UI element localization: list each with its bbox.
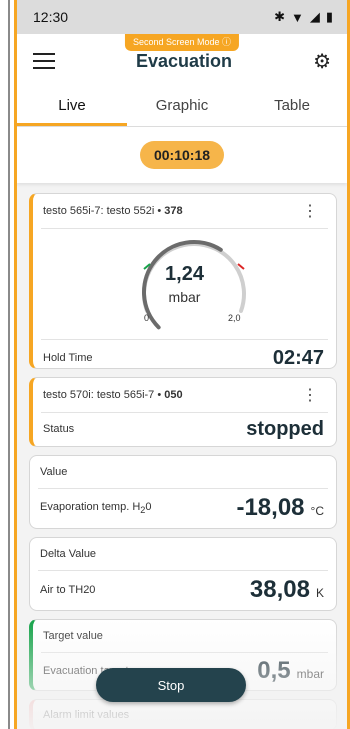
delta-row: Air to TH20 38,08 K <box>30 571 336 609</box>
card-title: Delta Value <box>38 538 328 571</box>
status-bar: 12:30 ✱ ▼ ◢ ▮ <box>17 0 347 34</box>
clock: 12:30 <box>33 9 69 25</box>
outer-divider <box>8 0 10 729</box>
hold-time-label: Hold Time <box>43 352 93 364</box>
card-title: Target value <box>41 620 328 653</box>
more-options-icon[interactable]: ⋮ <box>302 385 318 405</box>
value-reading: -18,08 °C <box>236 494 324 522</box>
gauge-min-label: 0 <box>144 313 150 323</box>
tab-live[interactable]: Live <box>17 88 127 126</box>
elapsed-timer: 00:10:18 <box>139 141 225 169</box>
card-title: testo 570i: testo 565i-7 • 050 <box>43 389 183 401</box>
status-value: stopped <box>246 417 324 440</box>
value-number: -18,08 <box>236 494 305 521</box>
card-header: testo 570i: testo 565i-7 • 050 ⋮ <box>41 378 328 413</box>
card-title: Alarm limit values <box>33 700 336 729</box>
hold-time-row: Hold Time 02:47 <box>33 340 336 369</box>
delta-unit: K <box>315 586 324 600</box>
app-screen: 12:30 ✱ ▼ ◢ ▮ Second Screen Mode ⓘ Evacu… <box>14 0 350 729</box>
delta-reading: 38,08 K <box>250 576 324 604</box>
delta-number: 38,08 <box>249 576 310 603</box>
tab-bar: Live Graphic Table <box>17 88 347 127</box>
status-card: testo 570i: testo 565i-7 • 050 ⋮ Status … <box>29 377 337 447</box>
menu-icon[interactable] <box>33 53 55 69</box>
signal-icon: ◢ <box>309 9 320 24</box>
app-bar: Second Screen Mode ⓘ Evacuation ⚙ <box>17 34 347 88</box>
timer-row: 00:10:18 <box>17 127 347 183</box>
delta-label: Air to TH20 <box>40 584 96 596</box>
pressure-gauge-card: testo 565i-7: testo 552i • 378 ⋮ 1,24 mb… <box>29 193 337 369</box>
card-title-text: testo 570i: testo 565i-7 <box>43 389 155 401</box>
value-label-text: Evaporation temp. H <box>40 500 141 513</box>
alarm-limit-card: Alarm limit values <box>29 699 337 729</box>
card-title-text: testo 565i-7: testo 552i <box>43 205 155 217</box>
hold-time-value: 02:47 <box>272 346 324 369</box>
gauge: 1,24 mbar 0 2,0 <box>41 229 328 340</box>
gauge-value: 1,24 <box>165 263 204 285</box>
second-screen-badge[interactable]: Second Screen Mode ⓘ <box>124 34 240 51</box>
status-label: Status <box>43 423 75 435</box>
card-title-id: 378 <box>164 205 183 217</box>
gauge-max-label: 2,0 <box>228 313 241 323</box>
stop-button[interactable]: Stop <box>96 668 246 702</box>
badge-label: Second Screen Mode <box>132 37 220 47</box>
page-title: Evacuation <box>136 50 233 71</box>
wifi-icon: ▼ <box>290 9 304 25</box>
card-header: testo 565i-7: testo 552i • 378 ⋮ <box>41 194 328 229</box>
gauge-unit: mbar <box>168 289 201 305</box>
more-options-icon[interactable]: ⋮ <box>302 201 318 221</box>
card-title: Value <box>38 456 328 489</box>
value-card: Value Evaporation temp. H20 -18,08 °C <box>29 455 337 529</box>
card-title: testo 565i-7: testo 552i • 378 <box>43 205 183 217</box>
status-row: Status stopped <box>33 413 336 445</box>
gear-icon[interactable]: ⚙ <box>313 49 331 74</box>
delta-value-card: Delta Value Air to TH20 38,08 K <box>29 537 337 611</box>
value-label-tail: 0 <box>145 500 152 513</box>
battery-icon: ▮ <box>325 9 333 24</box>
card-title-id: 050 <box>164 389 183 401</box>
tab-table[interactable]: Table <box>237 88 347 126</box>
value-row: Evaporation temp. H20 -18,08 °C <box>30 489 336 527</box>
value-label: Evaporation temp. H20 <box>40 501 152 515</box>
info-icon: ⓘ <box>222 37 232 47</box>
target-unit: mbar <box>296 667 324 681</box>
target-reading: 0,5 mbar <box>257 657 324 685</box>
content-list: testo 565i-7: testo 552i • 378 ⋮ 1,24 mb… <box>17 183 347 729</box>
value-unit: °C <box>310 504 324 518</box>
tab-graphic[interactable]: Graphic <box>127 88 237 126</box>
bluetooth-icon: ✱ <box>274 9 285 24</box>
status-icons: ✱ ▼ ◢ ▮ <box>274 9 333 25</box>
target-number: 0,5 <box>257 657 291 684</box>
